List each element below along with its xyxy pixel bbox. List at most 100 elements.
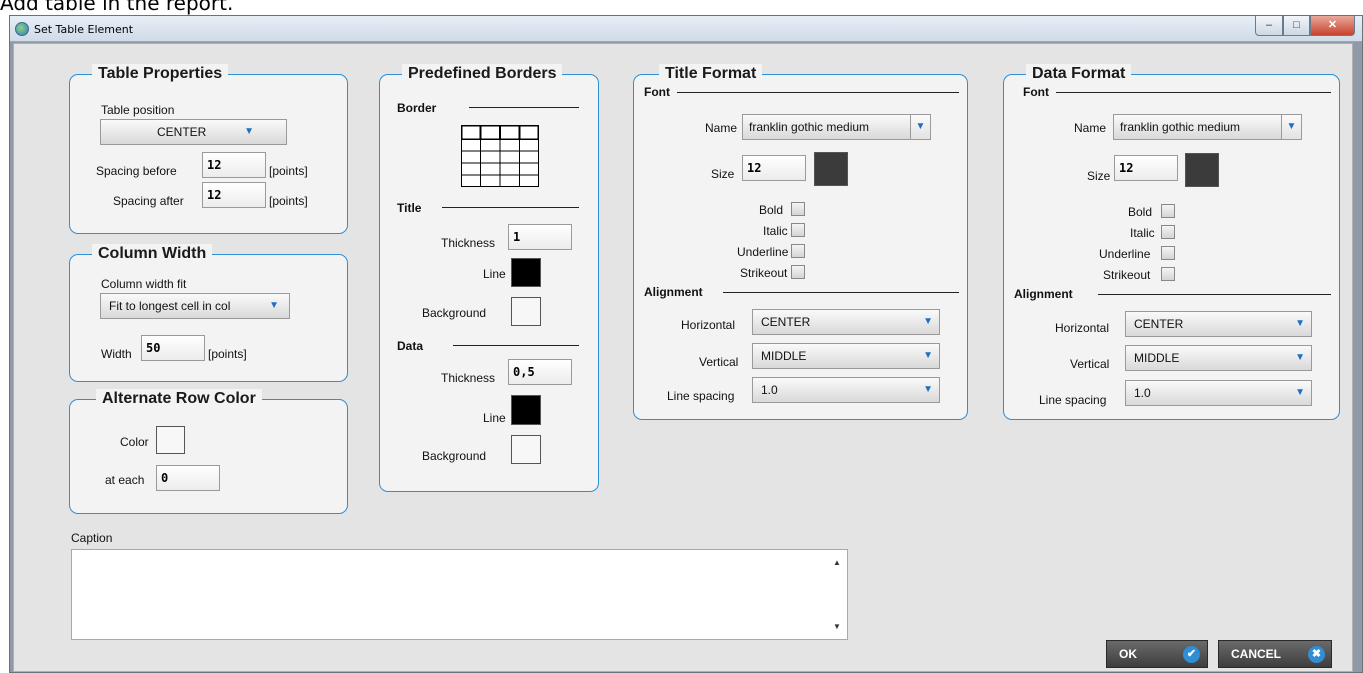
maximize-button[interactable]: □ [1283,16,1310,36]
title-line-spacing-select[interactable]: 1.0 ▼ [752,377,940,403]
title-line-spacing-value: 1.0 [761,383,778,397]
data-thickness-input[interactable] [508,359,572,385]
dialog-window: Set Table Element – □ ✕ Table Properties… [9,15,1363,673]
data-font-color-swatch[interactable] [1185,153,1219,187]
title-horizontal-label: Horizontal [681,318,736,332]
title-vertical-select[interactable]: MIDDLE ▼ [752,343,940,369]
title-strikeout-label: Strikeout [740,266,788,280]
title-font-section-label: Font [644,85,670,99]
title-underline-checkbox[interactable] [791,244,805,258]
data-alignment-section-label: Alignment [1014,287,1073,301]
title-font-name-label: Name [705,121,738,135]
chevron-down-icon: ▼ [910,115,930,139]
data-section-label: Data [397,339,424,353]
title-line-spacing-label: Line spacing [667,389,735,403]
title-font-name-select[interactable]: franklin gothic medium ▼ [742,114,931,140]
title-bold-checkbox[interactable] [791,202,805,216]
data-bold-checkbox[interactable] [1161,204,1175,218]
title-line-color-swatch[interactable] [511,258,541,287]
dialog-body: Table Properties Table position CENTER ▼… [13,43,1353,672]
chevron-down-icon: ▼ [244,126,254,137]
cancel-button-label: CANCEL [1231,647,1281,661]
at-each-input[interactable] [156,465,220,491]
close-icon: ✖ [1308,646,1325,663]
scroll-down-icon[interactable]: ▼ [833,622,841,631]
data-horizontal-label: Horizontal [1055,321,1110,335]
caption-label: Caption [71,531,113,545]
table-position-label: Table position [101,103,175,117]
title-thickness-label: Thickness [441,236,496,250]
title-italic-checkbox[interactable] [791,223,805,237]
title-font-size-label: Size [711,167,735,181]
title-underline-label: Underline [737,245,789,259]
title-font-divider [677,92,959,93]
title-horizontal-value: CENTER [761,315,811,329]
close-window-button[interactable]: ✕ [1310,16,1355,36]
predefined-borders-panel: Predefined Borders Border Title Thicknes… [379,64,599,492]
data-line-color-swatch[interactable] [511,395,541,425]
spacing-after-label: Spacing after [113,194,184,208]
column-width-fit-value: Fit to longest cell in col [109,299,231,313]
data-divider [453,345,579,346]
alternate-color-swatch[interactable] [156,426,185,454]
data-font-size-input[interactable] [1114,155,1178,181]
title-format-panel: Title Format Font Name franklin gothic m… [633,64,968,420]
data-line-spacing-select[interactable]: 1.0 ▼ [1125,380,1312,406]
data-vertical-value: MIDDLE [1134,351,1180,365]
scroll-up-icon[interactable]: ▲ [833,558,841,567]
title-divider [442,207,579,208]
data-line-spacing-value: 1.0 [1134,386,1151,400]
column-width-panel: Column Width Column width fit Fit to lon… [69,244,348,382]
caption-scrollbar[interactable]: ▲ ▼ [830,551,846,638]
column-width-fit-select[interactable]: Fit to longest cell in col ▼ [100,293,290,319]
spacing-before-unit: [points] [269,164,308,178]
ok-button[interactable]: OK ✔ [1106,640,1208,668]
title-line-label: Line [483,267,506,281]
data-font-name-select[interactable]: franklin gothic medium ▼ [1113,114,1302,140]
chevron-down-icon: ▼ [923,384,933,395]
title-font-size-input[interactable] [742,155,806,181]
title-font-color-swatch[interactable] [814,152,848,186]
data-thickness-label: Thickness [441,371,496,385]
column-width-title: Column Width [92,244,213,264]
data-background-color-swatch[interactable] [511,435,541,464]
table-properties-panel: Table Properties Table position CENTER ▼… [69,64,348,234]
data-strikeout-label: Strikeout [1103,268,1151,282]
data-background-label: Background [422,449,487,463]
border-divider [469,107,579,108]
title-section-label: Title [397,201,422,215]
title-alignment-section-label: Alignment [644,285,703,299]
spacing-before-input[interactable] [202,152,266,178]
width-input[interactable] [141,335,205,361]
table-position-select[interactable]: CENTER ▼ [100,119,287,145]
app-icon [15,22,29,36]
width-label: Width [101,347,132,361]
data-italic-checkbox[interactable] [1161,225,1175,239]
minimize-button[interactable]: – [1255,16,1283,36]
alternate-color-label: Color [120,435,149,449]
column-width-fit-label: Column width fit [101,277,187,291]
caption-textarea[interactable] [72,550,847,639]
cancel-button[interactable]: CANCEL ✖ [1218,640,1332,668]
data-underline-checkbox[interactable] [1161,246,1175,260]
alternate-row-color-panel: Alternate Row Color Color at each [69,389,348,514]
predefined-borders-title: Predefined Borders [402,64,563,84]
title-italic-label: Italic [763,224,788,238]
title-background-color-swatch[interactable] [511,297,541,326]
data-horizontal-select[interactable]: CENTER ▼ [1125,311,1312,337]
window-title: Set Table Element [34,23,134,36]
data-font-name-value: franklin gothic medium [1120,120,1241,134]
title-horizontal-select[interactable]: CENTER ▼ [752,309,940,335]
data-vertical-select[interactable]: MIDDLE ▼ [1125,345,1312,371]
spacing-after-unit: [points] [269,194,308,208]
spacing-after-input[interactable] [202,182,266,208]
title-background-label: Background [422,306,487,320]
border-preview-icon[interactable] [461,125,539,187]
chevron-down-icon: ▼ [1295,387,1305,398]
data-italic-label: Italic [1130,226,1155,240]
data-strikeout-checkbox[interactable] [1161,267,1175,281]
width-unit: [points] [208,347,247,361]
title-thickness-input[interactable] [508,224,572,250]
title-strikeout-checkbox[interactable] [791,265,805,279]
chevron-down-icon: ▼ [1281,115,1301,139]
